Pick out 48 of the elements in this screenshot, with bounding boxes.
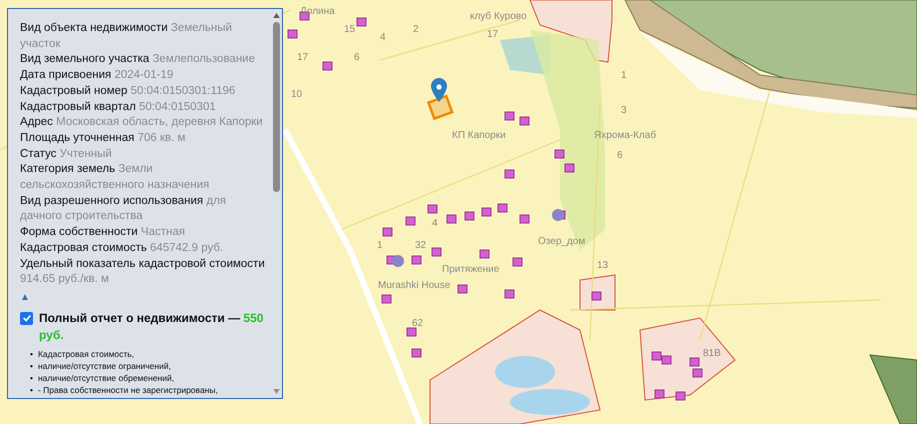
map-label: 17 [297,52,308,64]
property-field: Вид земельного участка Землепользование [20,52,270,68]
map-label: 6 [354,52,360,64]
map-label: 4 [380,32,386,44]
map-label: Murashki House [378,280,450,292]
property-field: Удельный показатель кадастровой стоимости 914.65 руб./кв. м [20,256,270,288]
map-label: 13 [597,260,608,272]
map-label: 17 [487,29,498,41]
map-label: 10 [291,89,302,101]
property-field: Кадастровый номер 50:04:0150301:1196 [20,84,270,100]
bullet: • [30,360,33,372]
map-label: 3 [621,105,627,117]
map-label: КП Капорки [452,130,506,142]
property-field: Площадь уточненная 706 кв. м [20,130,270,147]
property-field: Вид объекта недвижимости Земельный участок [20,21,270,52]
property-field: Форма собственности Частная [20,225,270,241]
bullet: • [30,372,33,384]
map-label: 32 [415,240,426,252]
property-field: Кадастровый квартал 50:04:0150301 [20,100,270,116]
scroll-up-icon[interactable] [272,13,280,18]
map-label: Озер_дом [538,236,586,248]
property-field: Адрес Московская область, деревня Капорки [20,115,270,131]
property-field: Вид разрешенного использования для дачного строительства [20,194,270,226]
map-label: 1 [621,70,627,82]
report-checkbox[interactable] [20,312,33,325]
map-label: 6 [617,150,623,162]
map-label: Долина [300,6,335,18]
map-label: Яхрома-Клаб [594,130,656,142]
map-label: 62 [412,318,424,330]
bullet: • [30,348,33,360]
report-item: наличие/отсутствие ограничений, [38,360,171,372]
map-label: 81В [703,348,721,360]
collapse-button[interactable]: ▲ [20,292,30,304]
property-field: Статус Учтенный [20,146,270,162]
property-field: Дата присвоения 2024-01-19 [20,68,270,84]
report-item: наличие/отсутствие обременений, [38,372,174,384]
report-item: - Права собственности не зарегистрированы, [38,384,218,396]
map-label: 4 [432,218,438,230]
map-label: клуб Курово [470,11,527,23]
property-field: Кадастровая стоимость 645742.9 руб. [20,240,270,257]
map-label: 15 [344,24,356,36]
map-label: Притяжение [442,264,500,276]
bullet: • [30,384,33,396]
report-title: Полный отчет о недвижимости — 550 руб. [39,310,264,344]
report-item: Кадастровая стоимость, [38,348,134,360]
map-label: 2 [413,24,419,36]
scroll-down-icon[interactable] [272,389,280,394]
map-label: 1 [377,240,383,252]
